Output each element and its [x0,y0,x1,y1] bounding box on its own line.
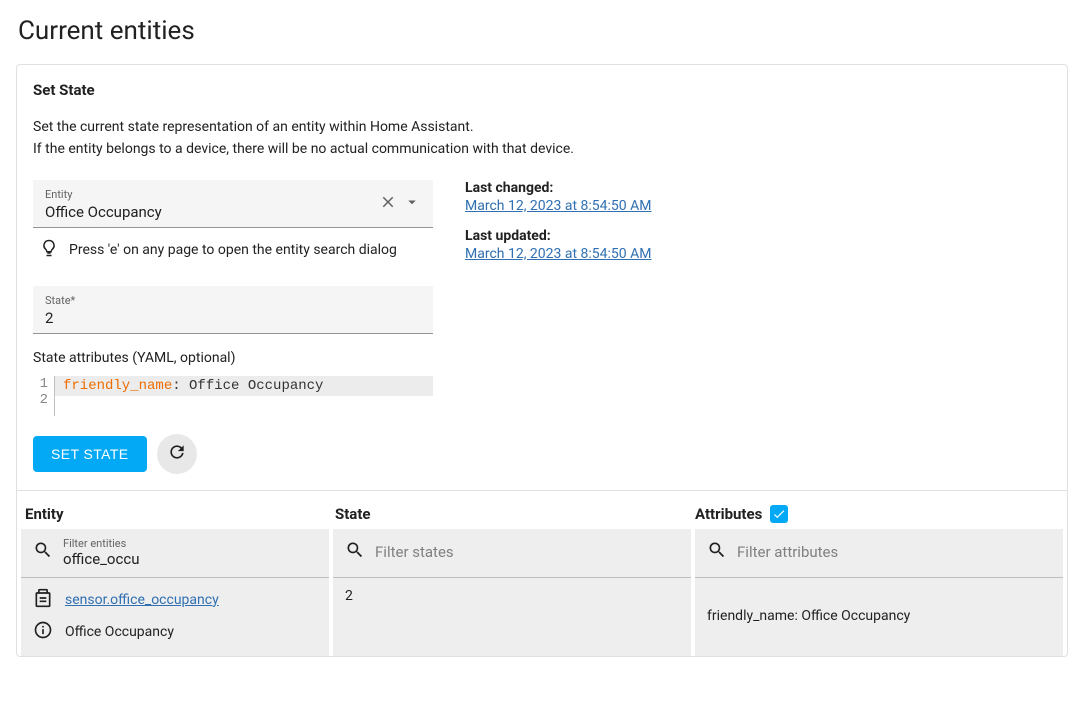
dropdown-icon[interactable] [403,193,421,215]
entity-field[interactable]: Entity Office Occupancy [33,180,433,228]
cell-state: 2 [333,577,691,656]
entity-hint: Press 'e' on any page to open the entity… [33,228,433,272]
last-changed-link[interactable]: March 12, 2023 at 8:54:50 AM [465,198,652,214]
clipboard-icon[interactable] [33,588,53,612]
check-icon [772,507,786,521]
entity-field-value: Office Occupancy [45,203,162,221]
state-field-label: State* [45,294,421,307]
set-state-heading: Set State [33,81,1051,99]
filter-attributes[interactable]: Filter attributes [695,529,1063,577]
state-field-value: 2 [45,309,53,327]
state-field[interactable]: State* 2 [33,286,433,334]
set-state-desc-1: Set the current state representation of … [33,117,1051,137]
header-entity: Entity [25,505,335,523]
last-changed-label: Last changed: [465,180,1051,196]
yaml-line-2 [55,396,433,416]
search-icon [33,540,53,564]
refresh-button[interactable] [157,434,197,474]
header-state: State [335,505,695,523]
entity-field-label: Entity [45,188,379,201]
attributes-label: State attributes (YAML, optional) [33,350,433,366]
filter-row: Filter entities office_occu Filter state… [17,527,1067,577]
lightbulb-icon [39,238,59,262]
info-icon[interactable] [33,620,53,644]
yaml-editor[interactable]: 1 2 friendly_name: Office Occupancy [33,376,433,416]
gutter-line-2: 2 [39,392,48,408]
header-attributes-text: Attributes [695,505,762,523]
header-attributes: Attributes [695,505,1059,523]
attributes-checkbox[interactable] [770,505,788,523]
last-updated-label: Last updated: [465,228,1051,244]
entities-card: Set State Set the current state represen… [16,64,1068,657]
refresh-icon [167,442,187,466]
filter-state[interactable]: Filter states [333,529,691,577]
filter-entity-value: office_occu [63,550,139,568]
entity-hint-text: Press 'e' on any page to open the entity… [69,242,397,258]
search-icon [345,540,365,564]
set-state-section: Set State Set the current state represen… [17,65,1067,491]
filter-attributes-placeholder: Filter attributes [737,543,838,561]
last-updated-link[interactable]: March 12, 2023 at 8:54:50 AM [465,246,652,262]
set-state-button[interactable]: SET STATE [33,436,147,472]
search-icon [707,540,727,564]
table-row: sensor.office_occupancy Office Occupancy… [17,577,1067,656]
yaml-line-1: friendly_name: Office Occupancy [55,376,433,396]
cell-attributes: friendly_name: Office Occupancy [695,577,1063,656]
entity-friendly-name: Office Occupancy [65,624,174,640]
set-state-desc-2: If the entity belongs to a device, there… [33,139,1051,159]
clear-icon[interactable] [379,193,397,215]
page-title: Current entities [18,16,1068,46]
table-header-row: Entity State Attributes [17,491,1067,527]
filter-state-placeholder: Filter states [375,543,454,561]
filter-entity-label: Filter entities [63,537,139,550]
entity-id-link[interactable]: sensor.office_occupancy [65,592,219,608]
filter-entity[interactable]: Filter entities office_occu [21,529,329,577]
gutter-line-1: 1 [39,376,48,392]
